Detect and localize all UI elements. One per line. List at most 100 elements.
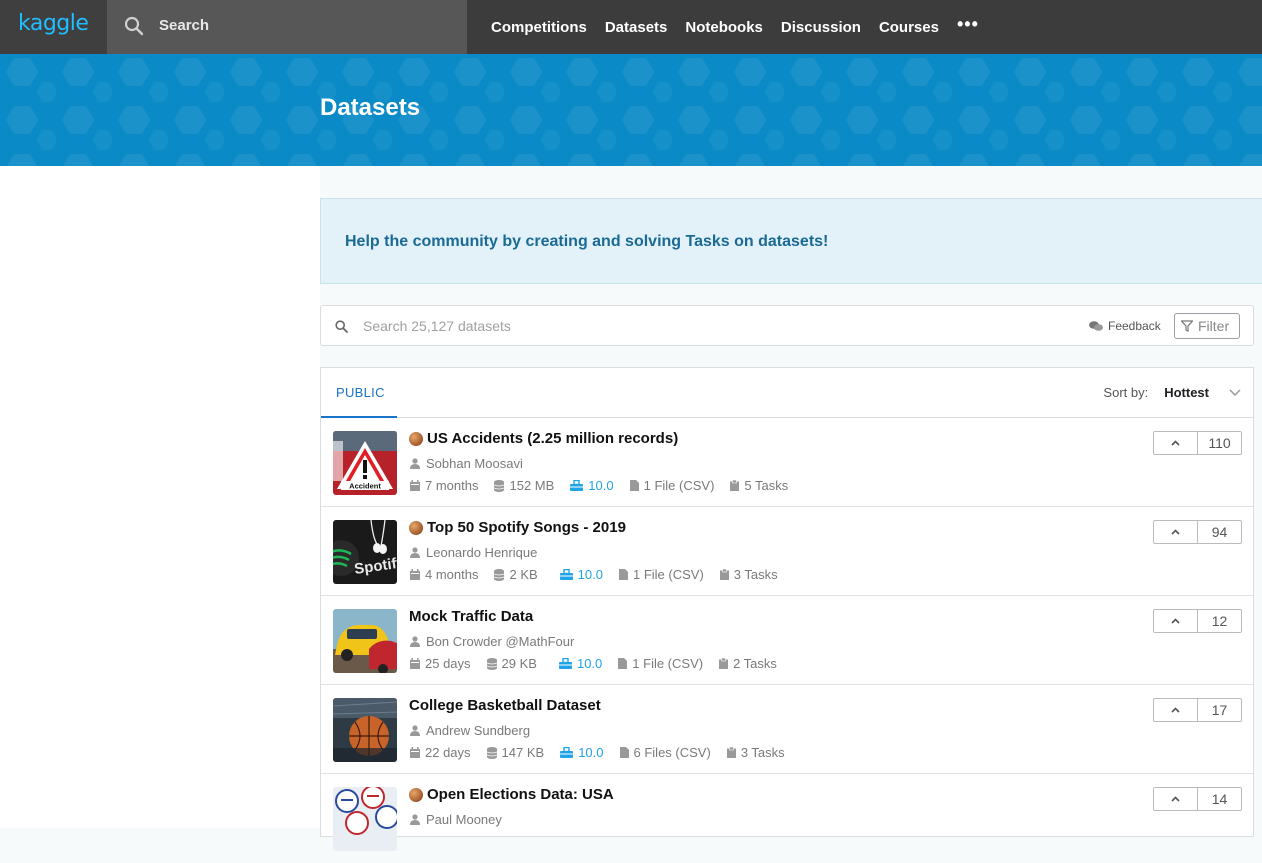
chevron-up-icon bbox=[1171, 707, 1180, 713]
more-menu-icon[interactable]: ••• bbox=[957, 14, 979, 35]
dataset-row[interactable]: Open Elections Data: USA Paul Mooney 14 bbox=[321, 774, 1253, 863]
kaggle-logo[interactable]: kaggle bbox=[0, 0, 107, 54]
files-text: 1 File (CSV) bbox=[632, 656, 704, 671]
upvote-button[interactable] bbox=[1154, 699, 1198, 721]
dataset-thumbnail-toy-cars[interactable] bbox=[333, 609, 397, 673]
user-icon bbox=[410, 814, 420, 825]
tasks-banner: Help the community by creating and solvi… bbox=[320, 198, 1262, 284]
tasks-text: 5 Tasks bbox=[744, 478, 789, 493]
svg-text:Accident: Accident bbox=[349, 482, 381, 491]
calendar-icon bbox=[410, 480, 420, 491]
dataset-list-panel: PUBLIC Sort by: Hottest Accident US Acci… bbox=[320, 367, 1254, 851]
owner-name[interactable]: Paul Mooney bbox=[426, 812, 502, 827]
size-text: 29 KB bbox=[501, 656, 537, 671]
upvote-button[interactable] bbox=[1154, 432, 1198, 454]
user-icon bbox=[410, 725, 420, 736]
vote-count: 94 bbox=[1211, 524, 1228, 540]
upvote-control: 110 bbox=[1153, 431, 1242, 455]
dataset-owner[interactable]: Bon Crowder @MathFour bbox=[410, 634, 574, 649]
file-icon bbox=[629, 480, 639, 491]
chevron-up-icon bbox=[1171, 529, 1180, 535]
site-search-box[interactable]: Search bbox=[107, 0, 467, 54]
files-text: 1 File (CSV) bbox=[643, 478, 715, 493]
dataset-meta: 22 days 147 KB 10.0 6 Files (CSV) 3 Task… bbox=[410, 745, 801, 760]
sort-value[interactable]: Hottest bbox=[1164, 385, 1209, 400]
dataset-title-text[interactable]: Mock Traffic Data bbox=[409, 608, 533, 625]
usability-icon bbox=[558, 658, 572, 669]
dataset-row[interactable]: College Basketball Dataset Andrew Sundbe… bbox=[321, 685, 1253, 774]
dataset-owner[interactable]: Leonardo Henrique bbox=[410, 545, 537, 560]
nav-link-discussion[interactable]: Discussion bbox=[781, 19, 861, 36]
upvote-button[interactable] bbox=[1154, 788, 1198, 810]
vote-count: 17 bbox=[1211, 702, 1228, 718]
filter-label[interactable]: Filter bbox=[1198, 318, 1229, 334]
dataset-title-text[interactable]: College Basketball Dataset bbox=[409, 697, 601, 714]
tasks-banner-text[interactable]: Help the community by creating and solvi… bbox=[345, 233, 828, 251]
dataset-search-input[interactable] bbox=[363, 316, 963, 336]
dataset-owner[interactable]: Andrew Sundberg bbox=[410, 723, 530, 738]
usability-icon bbox=[560, 747, 574, 758]
dataset-meta: 25 days 29 KB 10.0 1 File (CSV) 2 Tasks bbox=[410, 656, 793, 671]
usability-score: 10.0 bbox=[578, 745, 604, 760]
dataset-title[interactable]: Open Elections Data: USA bbox=[409, 786, 614, 803]
clipboard-icon bbox=[730, 480, 740, 491]
page-header: Datasets bbox=[0, 54, 1262, 166]
database-icon bbox=[494, 568, 505, 581]
filter-icon bbox=[1181, 320, 1193, 332]
vote-count: 12 bbox=[1211, 613, 1228, 629]
dataset-title-text[interactable]: US Accidents (2.25 million records) bbox=[427, 430, 678, 447]
size-text: 2 KB bbox=[509, 567, 538, 582]
tab-public[interactable]: PUBLIC bbox=[321, 368, 397, 418]
filter-button[interactable]: Filter bbox=[1174, 313, 1240, 339]
owner-name[interactable]: Sobhan Moosavi bbox=[426, 456, 523, 471]
database-icon bbox=[494, 479, 505, 492]
user-icon bbox=[410, 547, 420, 558]
page-title: Datasets bbox=[320, 94, 421, 121]
chevron-up-icon bbox=[1171, 440, 1180, 446]
dataset-title[interactable]: US Accidents (2.25 million records) bbox=[409, 430, 678, 447]
dataset-thumbnail-accident[interactable]: Accident bbox=[333, 431, 397, 495]
size-text: 152 MB bbox=[509, 478, 555, 493]
chat-bubbles-icon bbox=[1089, 321, 1103, 331]
dataset-thumbnail-elections[interactable] bbox=[333, 787, 397, 851]
dataset-row[interactable]: Accident US Accidents (2.25 million reco… bbox=[321, 418, 1253, 507]
calendar-icon bbox=[410, 658, 420, 669]
dataset-row[interactable]: Mock Traffic Data Bon Crowder @MathFour … bbox=[321, 596, 1253, 685]
usability-score: 10.0 bbox=[576, 656, 603, 671]
nav-link-datasets[interactable]: Datasets bbox=[605, 19, 668, 36]
nav-links: Competitions Datasets Notebooks Discussi… bbox=[491, 0, 979, 54]
dataset-title[interactable]: Top 50 Spotify Songs - 2019 bbox=[409, 519, 626, 536]
calendar-icon bbox=[410, 569, 420, 580]
dataset-row[interactable]: Spotify Top 50 Spotify Songs - 2019 Leon… bbox=[321, 507, 1253, 596]
vote-count: 110 bbox=[1208, 435, 1231, 451]
dataset-title[interactable]: Mock Traffic Data bbox=[409, 608, 533, 625]
logo-text[interactable]: kaggle bbox=[18, 11, 89, 36]
dataset-owner[interactable]: Paul Mooney bbox=[410, 812, 502, 827]
top-navigation: kaggle Search Competitions Datasets Note… bbox=[0, 0, 1262, 54]
feedback-button[interactable]: Feedback bbox=[1089, 319, 1161, 333]
upvote-button[interactable] bbox=[1154, 610, 1198, 632]
dataset-thumbnail-spotify[interactable]: Spotify bbox=[333, 520, 397, 584]
sort-label: Sort by: bbox=[1103, 385, 1149, 400]
feedback-label[interactable]: Feedback bbox=[1108, 319, 1161, 333]
dataset-title[interactable]: College Basketball Dataset bbox=[409, 697, 601, 714]
owner-name[interactable]: Andrew Sundberg bbox=[426, 723, 530, 738]
owner-name[interactable]: Bon Crowder @MathFour bbox=[426, 634, 574, 649]
sort-control[interactable]: Sort by: Hottest bbox=[1103, 385, 1241, 400]
nav-link-notebooks[interactable]: Notebooks bbox=[685, 19, 763, 36]
nav-link-competitions[interactable]: Competitions bbox=[491, 19, 587, 36]
upvote-button[interactable] bbox=[1154, 521, 1198, 543]
dataset-title-text[interactable]: Top 50 Spotify Songs - 2019 bbox=[427, 519, 626, 536]
site-search-placeholder[interactable]: Search bbox=[159, 17, 209, 34]
upvote-control: 17 bbox=[1153, 698, 1242, 722]
dataset-owner[interactable]: Sobhan Moosavi bbox=[410, 456, 523, 471]
upvote-control: 14 bbox=[1153, 787, 1242, 811]
files-text: 1 File (CSV) bbox=[632, 567, 704, 582]
bronze-medal-icon bbox=[409, 520, 423, 535]
owner-name[interactable]: Leonardo Henrique bbox=[426, 545, 537, 560]
dataset-title-text[interactable]: Open Elections Data: USA bbox=[427, 786, 614, 803]
dataset-thumbnail-basketball[interactable] bbox=[333, 698, 397, 762]
nav-link-courses[interactable]: Courses bbox=[879, 19, 939, 36]
file-icon bbox=[618, 658, 628, 669]
chevron-down-icon[interactable] bbox=[1229, 388, 1241, 397]
